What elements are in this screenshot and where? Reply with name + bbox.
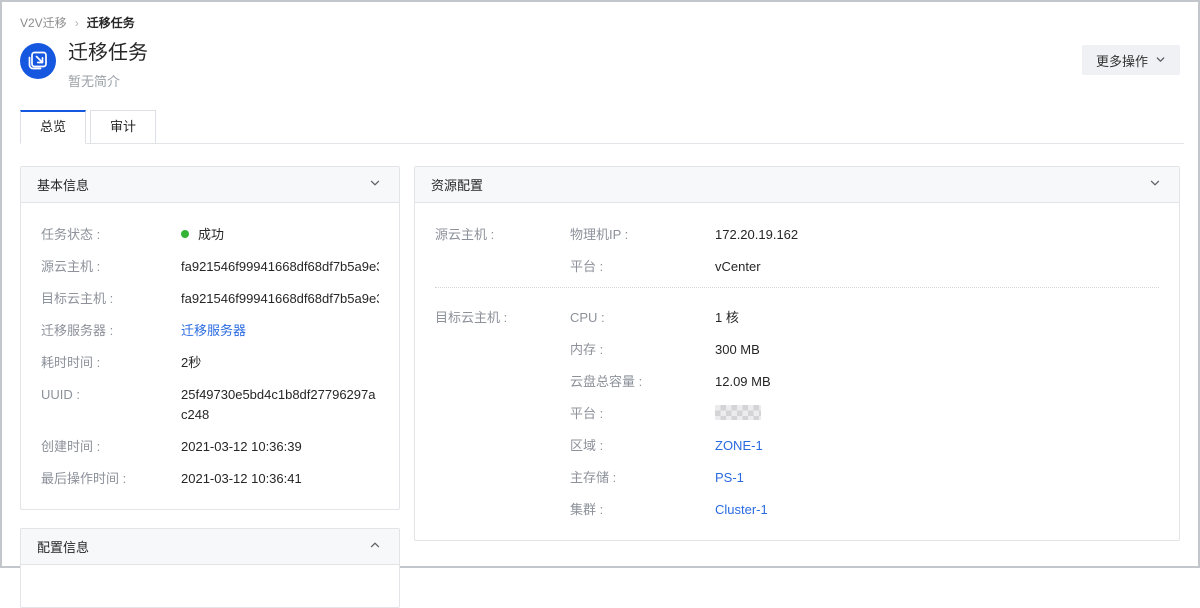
field-label: 区域 : bbox=[570, 436, 715, 456]
resource-config-card-body: 源云主机 : 物理机IP : 172.20.19.162 平台 : vCente… bbox=[415, 203, 1179, 540]
field-create-time: 创建时间 : 2021-03-12 10:36:39 bbox=[41, 437, 379, 457]
field-label: 迁移服务器 : bbox=[41, 321, 181, 341]
field-disk-capacity: 云盘总容量 : 12.09 MB bbox=[570, 372, 1159, 392]
more-actions-button[interactable]: 更多操作 bbox=[1082, 45, 1180, 75]
field-value: 12.09 MB bbox=[715, 372, 1159, 392]
status-badge: 成功 bbox=[198, 227, 224, 242]
field-value: 2021-03-12 10:36:39 bbox=[181, 437, 379, 457]
page-subtitle: 暂无简介 bbox=[68, 73, 1082, 91]
field-label: 集群 : bbox=[570, 500, 715, 520]
field-cluster: 集群 : Cluster-1 bbox=[570, 500, 1159, 520]
field-target-platform: 平台 : bbox=[570, 404, 1159, 424]
basic-info-card-body: 任务状态 : 成功 源云主机 : fa921546f99941668df68df… bbox=[21, 203, 399, 509]
breadcrumb-separator: › bbox=[75, 16, 79, 30]
tab-bar: 总览 审计 bbox=[20, 110, 1184, 144]
field-label: 物理机IP : bbox=[570, 225, 715, 245]
group-label: 源云主机 : bbox=[435, 225, 570, 277]
basic-info-card-header: 基本信息 bbox=[21, 167, 399, 203]
field-zone: 区域 : ZONE-1 bbox=[570, 436, 1159, 456]
field-value: 2秒 bbox=[181, 353, 379, 373]
migration-task-icon bbox=[20, 43, 56, 79]
more-actions-label: 更多操作 bbox=[1096, 51, 1148, 70]
config-info-card-header: 配置信息 bbox=[21, 529, 399, 565]
field-label: 最后操作时间 : bbox=[41, 469, 181, 489]
primary-storage-link[interactable]: PS-1 bbox=[715, 470, 744, 485]
field-value: 1 核 bbox=[715, 308, 1159, 328]
field-value: 172.20.19.162 bbox=[715, 225, 1159, 245]
group-divider bbox=[435, 287, 1159, 288]
field-label: 耗时时间 : bbox=[41, 353, 181, 373]
field-task-status: 任务状态 : 成功 bbox=[41, 225, 379, 245]
field-migration-server: 迁移服务器 : 迁移服务器 bbox=[41, 321, 379, 341]
tab-overview[interactable]: 总览 bbox=[20, 110, 86, 144]
basic-info-card: 基本信息 任务状态 : 成功 源云主机 : fa921546f99941668d… bbox=[20, 166, 400, 510]
field-uuid: UUID : 25f49730e5bd4c1b8df27796297ac248 bbox=[41, 385, 379, 425]
field-label: 内存 : bbox=[570, 340, 715, 360]
title-block: 迁移任务 暂无简介 bbox=[68, 40, 1082, 91]
field-memory: 内存 : 300 MB bbox=[570, 340, 1159, 360]
field-label: 源云主机 : bbox=[41, 257, 181, 277]
field-label: 平台 : bbox=[570, 257, 715, 277]
chevron-down-icon bbox=[369, 177, 381, 192]
field-primary-storage: 主存储 : PS-1 bbox=[570, 468, 1159, 488]
config-info-card-body bbox=[21, 565, 399, 607]
resource-config-collapse-button[interactable] bbox=[1147, 175, 1163, 194]
tab-audit[interactable]: 审计 bbox=[90, 110, 156, 143]
resource-config-card-title: 资源配置 bbox=[431, 175, 483, 194]
field-value: fa921546f99941668df68df7b5a9e3 bbox=[181, 289, 379, 309]
field-value: vCenter bbox=[715, 257, 1159, 277]
content-area: 基本信息 任务状态 : 成功 源云主机 : fa921546f99941668d… bbox=[2, 144, 1198, 608]
page-header: 迁移任务 暂无简介 更多操作 bbox=[2, 31, 1198, 91]
redacted-value-mosaic bbox=[715, 405, 761, 420]
field-value: 2021-03-12 10:36:41 bbox=[181, 469, 379, 489]
field-cpu: CPU : 1 核 bbox=[570, 308, 1159, 328]
chevron-up-icon bbox=[369, 539, 381, 554]
config-info-card-title: 配置信息 bbox=[37, 537, 89, 556]
field-label: 云盘总容量 : bbox=[570, 372, 715, 392]
config-info-card: 配置信息 bbox=[20, 528, 400, 608]
field-label: 平台 : bbox=[570, 404, 715, 424]
config-info-collapse-button[interactable] bbox=[367, 537, 383, 556]
field-value: fa921546f99941668df68df7b5a9e3 bbox=[181, 257, 379, 277]
field-label: 任务状态 : bbox=[41, 225, 181, 245]
cluster-link[interactable]: Cluster-1 bbox=[715, 502, 768, 517]
field-label: 主存储 : bbox=[570, 468, 715, 488]
resource-config-card-header: 资源配置 bbox=[415, 167, 1179, 203]
breadcrumb-item-current: 迁移任务 bbox=[87, 14, 135, 31]
page-title: 迁移任务 bbox=[68, 40, 1082, 67]
migration-server-link[interactable]: 迁移服务器 bbox=[181, 323, 246, 338]
resource-config-card: 资源配置 源云主机 : 物理机IP : 172.20.19.162 bbox=[414, 166, 1180, 541]
source-vm-group: 源云主机 : 物理机IP : 172.20.19.162 平台 : vCente… bbox=[435, 225, 1159, 277]
breadcrumb: V2V迁移 › 迁移任务 bbox=[2, 2, 1198, 31]
field-label: UUID : bbox=[41, 385, 181, 425]
basic-info-collapse-button[interactable] bbox=[367, 175, 383, 194]
field-value: 25f49730e5bd4c1b8df27796297ac248 bbox=[181, 385, 379, 425]
success-status-dot-icon bbox=[181, 230, 189, 238]
field-label: 目标云主机 : bbox=[41, 289, 181, 309]
breadcrumb-item-v2v[interactable]: V2V迁移 bbox=[20, 14, 67, 31]
field-label: 创建时间 : bbox=[41, 437, 181, 457]
target-vm-group: 目标云主机 : CPU : 1 核 内存 : 300 MB 云盘总容量 : 12 bbox=[435, 308, 1159, 520]
field-value: 300 MB bbox=[715, 340, 1159, 360]
field-target-vm: 目标云主机 : fa921546f99941668df68df7b5a9e3 bbox=[41, 289, 379, 309]
zone-link[interactable]: ZONE-1 bbox=[715, 438, 763, 453]
field-source-platform: 平台 : vCenter bbox=[570, 257, 1159, 277]
group-label: 目标云主机 : bbox=[435, 308, 570, 520]
field-physical-ip: 物理机IP : 172.20.19.162 bbox=[570, 225, 1159, 245]
field-elapsed-time: 耗时时间 : 2秒 bbox=[41, 353, 379, 373]
chevron-down-icon bbox=[1149, 177, 1161, 192]
field-source-vm: 源云主机 : fa921546f99941668df68df7b5a9e3 bbox=[41, 257, 379, 277]
left-column: 基本信息 任务状态 : 成功 源云主机 : fa921546f99941668d… bbox=[20, 166, 400, 608]
field-value: 成功 bbox=[181, 225, 379, 245]
basic-info-card-title: 基本信息 bbox=[37, 175, 89, 194]
field-last-op-time: 最后操作时间 : 2021-03-12 10:36:41 bbox=[41, 469, 379, 489]
field-label: CPU : bbox=[570, 308, 715, 328]
right-column: 资源配置 源云主机 : 物理机IP : 172.20.19.162 bbox=[414, 166, 1180, 541]
chevron-down-icon bbox=[1155, 53, 1166, 68]
